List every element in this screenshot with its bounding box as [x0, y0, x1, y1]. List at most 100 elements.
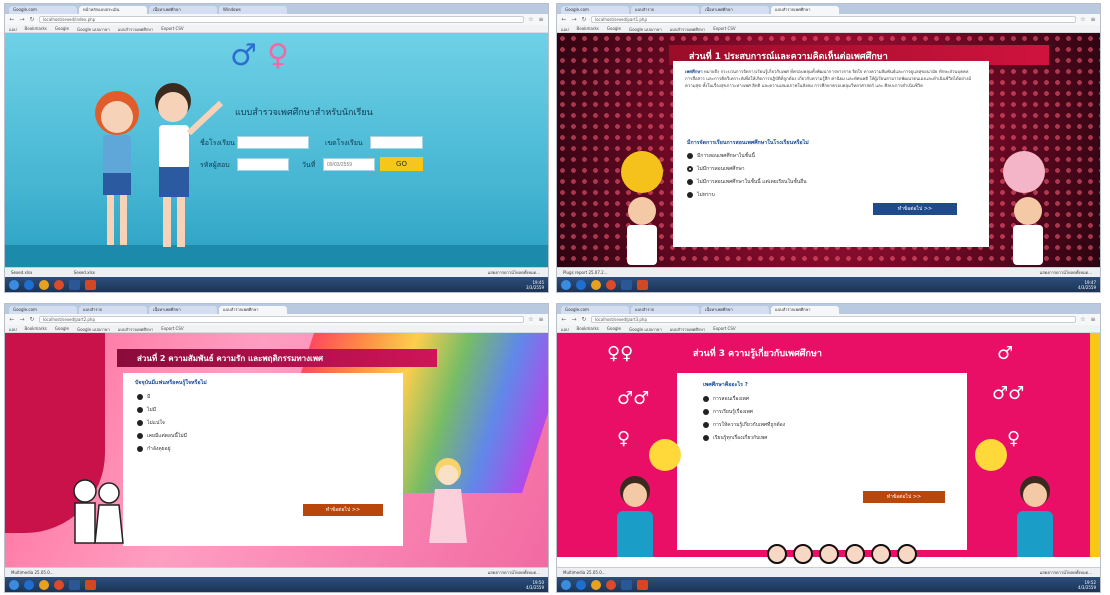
- bookmark-item[interactable]: แอป: [9, 326, 17, 332]
- reload-icon[interactable]: ↻: [581, 316, 587, 323]
- bookmark-item[interactable]: แบบสำรวจเพศศึกษา: [118, 326, 153, 332]
- bookmark-item[interactable]: Google แปลภาษา: [629, 26, 662, 32]
- powerpoint-icon[interactable]: [85, 279, 96, 290]
- bookmark-item[interactable]: แบบสำรวจเพศศึกษา: [118, 26, 153, 32]
- bookmark-item[interactable]: Google แปลภาษา: [77, 326, 110, 332]
- answer-option[interactable]: กำลังคุยอยู่: [137, 445, 171, 453]
- radio-icon[interactable]: [137, 407, 143, 413]
- avatar[interactable]: [793, 544, 813, 564]
- url-bar[interactable]: localhost/sexed/part3.php: [591, 316, 1076, 323]
- powerpoint-icon[interactable]: [637, 279, 648, 290]
- menu-icon[interactable]: ≡: [1090, 16, 1096, 23]
- reload-icon[interactable]: ↻: [29, 316, 35, 323]
- show-all-downloads-link[interactable]: แสดงการดาวน์โหลดทั้งหมด...: [1040, 268, 1092, 277]
- show-all-downloads-link[interactable]: แสดงการดาวน์โหลดทั้งหมด...: [1040, 568, 1092, 577]
- forward-icon[interactable]: →: [19, 316, 25, 323]
- browser-tab[interactable]: Google.com: [561, 6, 629, 14]
- show-all-downloads-link[interactable]: แสดงการดาวน์โหลดทั้งหมด...: [488, 268, 540, 277]
- answer-option[interactable]: ไม่แน่ใจ: [137, 419, 165, 427]
- start-icon[interactable]: [9, 279, 19, 290]
- chrome-icon[interactable]: [54, 579, 64, 590]
- radio-icon[interactable]: [703, 409, 709, 415]
- bookmark-item[interactable]: แอป: [561, 26, 569, 32]
- radio-icon[interactable]: [137, 446, 143, 452]
- bookmark-item[interactable]: Google: [55, 326, 69, 331]
- radio-icon[interactable]: [687, 192, 693, 198]
- word-icon[interactable]: [69, 279, 80, 290]
- word-icon[interactable]: [621, 279, 632, 290]
- download-item[interactable]: Multimedia 25.05.0...: [11, 570, 54, 575]
- star-icon[interactable]: ☆: [1080, 16, 1086, 23]
- bookmark-item[interactable]: Bookmarks: [577, 326, 599, 331]
- download-item[interactable]: Sexed.xlsx: [11, 270, 32, 275]
- bookmark-item[interactable]: แอป: [9, 26, 17, 32]
- bookmark-item[interactable]: Google แปลภาษา: [629, 326, 662, 332]
- star-icon[interactable]: ☆: [1080, 316, 1086, 323]
- bookmark-item[interactable]: Bookmarks: [577, 26, 599, 31]
- start-icon[interactable]: [9, 579, 19, 590]
- ie-icon[interactable]: [576, 279, 586, 290]
- avatar[interactable]: [845, 544, 865, 564]
- back-icon[interactable]: ←: [561, 316, 567, 323]
- bookmark-item[interactable]: Bookmarks: [25, 26, 47, 31]
- back-icon[interactable]: ←: [9, 16, 15, 23]
- show-all-downloads-link[interactable]: แสดงการดาวน์โหลดทั้งหมด...: [488, 568, 540, 577]
- chrome-icon[interactable]: [606, 279, 616, 290]
- star-icon[interactable]: ☆: [528, 16, 534, 23]
- folder-icon[interactable]: [39, 279, 49, 290]
- word-icon[interactable]: [69, 579, 80, 590]
- forward-icon[interactable]: →: [571, 316, 577, 323]
- go-button[interactable]: GO: [380, 157, 423, 171]
- next-button[interactable]: ทำข้อต่อไป >>: [863, 491, 945, 503]
- menu-icon[interactable]: ≡: [538, 16, 544, 23]
- forward-icon[interactable]: →: [571, 16, 577, 23]
- bookmark-item[interactable]: Export CSV: [713, 26, 735, 31]
- bookmark-item[interactable]: แบบสำรวจเพศศึกษา: [670, 26, 705, 32]
- bookmark-item[interactable]: Export CSV: [713, 326, 735, 331]
- browser-tab-active[interactable]: แบบสำรวจเพศศึกษา: [771, 306, 839, 314]
- radio-icon[interactable]: [137, 394, 143, 400]
- avatar[interactable]: [767, 544, 787, 564]
- bookmark-item[interactable]: Google: [607, 326, 621, 331]
- answer-option[interactable]: ไม่ทราบ: [687, 191, 715, 199]
- word-icon[interactable]: [621, 579, 632, 590]
- folder-icon[interactable]: [591, 579, 601, 590]
- radio-icon[interactable]: [703, 422, 709, 428]
- avatar[interactable]: [871, 544, 891, 564]
- next-button[interactable]: ทำข้อต่อไป >>: [873, 203, 957, 215]
- bookmark-item[interactable]: Google: [55, 26, 69, 31]
- browser-tab[interactable]: เนื้อหาเพศศึกษา: [701, 306, 769, 314]
- bookmark-item[interactable]: Bookmarks: [25, 326, 47, 331]
- next-button[interactable]: ทำข้อต่อไป >>: [303, 504, 383, 516]
- bookmark-item[interactable]: แบบสำรวจเพศศึกษา: [670, 326, 705, 332]
- browser-tab[interactable]: Windows: [219, 6, 287, 14]
- browser-tab[interactable]: เนื้อหาเพศศึกษา: [701, 6, 769, 14]
- radio-icon[interactable]: [703, 435, 709, 441]
- radio-icon[interactable]: [703, 396, 709, 402]
- browser-tab[interactable]: Google.com: [561, 306, 629, 314]
- bookmark-item[interactable]: Export CSV: [161, 326, 183, 331]
- answer-option[interactable]: ไม่มีการสอนเพศศึกษา: [687, 165, 745, 173]
- ie-icon[interactable]: [576, 579, 586, 590]
- forward-icon[interactable]: →: [19, 16, 25, 23]
- browser-tab[interactable]: Google.com: [9, 6, 77, 14]
- school-input[interactable]: [237, 136, 309, 149]
- answer-option[interactable]: การสอนเรื่องเพศ: [703, 395, 749, 403]
- browser-tab[interactable]: เนื้อหาเพศศึกษา: [149, 306, 217, 314]
- download-item[interactable]: Plugs report 25.07.2...: [563, 270, 608, 275]
- browser-tab-active[interactable]: แบบสำรวจเพศศึกษา: [219, 306, 287, 314]
- menu-icon[interactable]: ≡: [1090, 316, 1096, 323]
- browser-tab[interactable]: แบบสำรวจ: [631, 6, 699, 14]
- answer-option[interactable]: ไม่มีการสอนเพศศึกษาในชั้นนี้ แต่เคยเรียน…: [687, 178, 807, 186]
- student-id-input[interactable]: [237, 158, 289, 171]
- ie-icon[interactable]: [24, 279, 34, 290]
- answer-option[interactable]: การเรียนรู้เรื่องเพศ: [703, 408, 753, 416]
- answer-option[interactable]: ไม่มี: [137, 406, 156, 414]
- browser-tab[interactable]: แบบสำรวจ: [79, 306, 147, 314]
- chrome-icon[interactable]: [606, 579, 616, 590]
- url-bar[interactable]: localhost/sexed/part1.php: [591, 16, 1076, 23]
- folder-icon[interactable]: [591, 279, 601, 290]
- bookmark-item[interactable]: Google แปลภาษา: [77, 26, 110, 32]
- reload-icon[interactable]: ↻: [29, 16, 35, 23]
- start-icon[interactable]: [561, 579, 571, 590]
